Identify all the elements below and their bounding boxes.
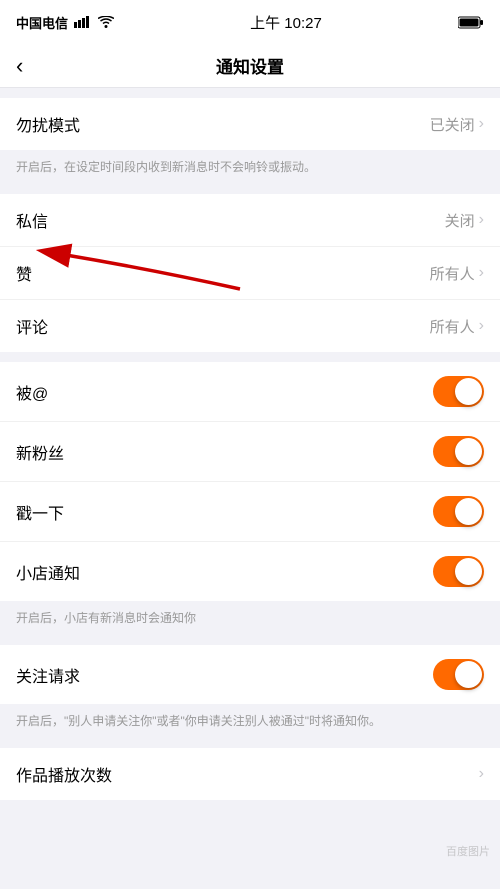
status-time: 上午 10:27: [250, 12, 322, 33]
watermark: 百度图片: [446, 843, 490, 859]
play-count-section: 作品播放次数 ›: [0, 748, 500, 800]
private-message-label: 私信: [16, 208, 48, 232]
dnd-section: 勿扰模式 已关闭 ›: [0, 98, 500, 150]
dnd-chevron-icon: ›: [479, 115, 484, 133]
private-message-item[interactable]: 私信 关闭 ›: [0, 194, 500, 247]
mention-label: 被@: [16, 380, 48, 404]
shop-notify-item[interactable]: 小店通知: [0, 542, 500, 601]
play-count-value: ›: [479, 765, 484, 783]
messages-section: 私信 关闭 › 赞 所有人 › 评论 所有人 ›: [0, 194, 500, 352]
new-fans-toggle[interactable]: [433, 436, 484, 467]
nav-bar: ‹ 通知设置: [0, 44, 500, 88]
follow-request-toggle-knob: [455, 661, 482, 688]
mention-item[interactable]: 被@: [0, 362, 500, 422]
back-button[interactable]: ‹: [16, 55, 23, 77]
comment-label: 评论: [16, 314, 48, 338]
play-count-chevron-icon: ›: [479, 765, 484, 783]
carrier-label: 中国电信: [16, 13, 68, 32]
follow-section: 关注请求: [0, 645, 500, 704]
poke-item[interactable]: 戳一下: [0, 482, 500, 542]
dnd-value: 已关闭 ›: [430, 114, 484, 135]
like-item[interactable]: 赞 所有人 ›: [0, 247, 500, 300]
status-left: 中国电信: [16, 13, 114, 32]
poke-toggle-knob: [455, 498, 482, 525]
poke-toggle[interactable]: [433, 496, 484, 527]
new-fans-item[interactable]: 新粉丝: [0, 422, 500, 482]
dnd-label: 勿扰模式: [16, 112, 80, 136]
shop-notify-toggle-knob: [455, 558, 482, 585]
follow-request-label: 关注请求: [16, 663, 80, 687]
follow-request-item[interactable]: 关注请求: [0, 645, 500, 704]
play-count-label: 作品播放次数: [16, 762, 112, 786]
new-fans-toggle-knob: [455, 438, 482, 465]
signal-icon: [74, 16, 92, 28]
comment-item[interactable]: 评论 所有人 ›: [0, 300, 500, 352]
shop-notify-toggle[interactable]: [433, 556, 484, 587]
follow-request-toggle[interactable]: [433, 659, 484, 690]
status-right: [458, 16, 484, 29]
private-message-value: 关闭 ›: [445, 210, 484, 231]
shop-notify-desc: 开启后，小店有新消息时会通知你: [0, 601, 500, 635]
battery-icon: [458, 16, 484, 29]
comment-chevron-icon: ›: [479, 317, 484, 335]
comment-value: 所有人 ›: [430, 316, 484, 337]
follow-request-desc: 开启后，"别人申请关注你"或者"你申请关注别人被通过"时将通知你。: [0, 704, 500, 738]
new-fans-label: 新粉丝: [16, 440, 64, 464]
status-bar: 中国电信 上午 10:27: [0, 0, 500, 44]
like-value: 所有人 ›: [430, 263, 484, 284]
toggles-section: 被@ 新粉丝 戳一下 小店通知: [0, 362, 500, 601]
like-chevron-icon: ›: [479, 264, 484, 282]
shop-notify-label: 小店通知: [16, 560, 80, 584]
dnd-item[interactable]: 勿扰模式 已关闭 ›: [0, 98, 500, 150]
page-title: 通知设置: [216, 53, 284, 78]
mention-toggle-knob: [455, 378, 482, 405]
private-message-chevron-icon: ›: [479, 211, 484, 229]
play-count-item[interactable]: 作品播放次数 ›: [0, 748, 500, 800]
wifi-icon: [98, 16, 114, 28]
poke-label: 戳一下: [16, 500, 64, 524]
like-label: 赞: [16, 261, 32, 285]
dnd-desc: 开启后，在设定时间段内收到新消息时不会响铃或振动。: [0, 150, 500, 184]
mention-toggle[interactable]: [433, 376, 484, 407]
